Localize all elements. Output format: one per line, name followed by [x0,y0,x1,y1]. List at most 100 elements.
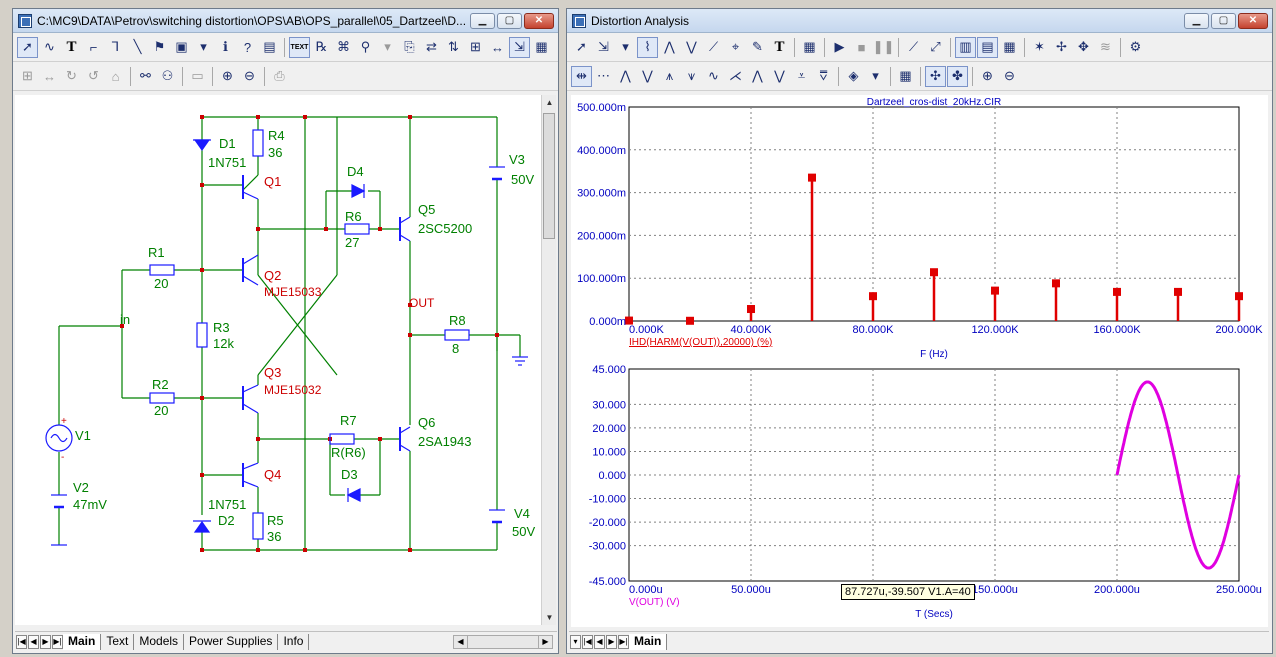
minimize-button[interactable]: ▁ [470,13,495,29]
r5-resistor-symbol[interactable] [252,512,264,540]
rotate-icon[interactable]: ↻ [61,66,82,87]
text-mode-icon[interactable]: T [61,37,82,58]
global-low-icon[interactable]: ⋁ [769,66,790,87]
grid-icon[interactable]: ⊞ [465,37,486,58]
scroll-left-icon[interactable]: ◀ [454,635,468,648]
r4-resistor-symbol[interactable] [252,129,264,157]
wave-icon[interactable]: ≋ [1095,37,1116,58]
tab-main[interactable]: Main [63,633,102,650]
scroll-right-icon[interactable]: ▶ [538,635,552,648]
pause-icon[interactable]: ❚❚ [873,37,895,58]
slope-find-icon[interactable]: ⋌ [725,66,746,87]
r7-resistor-symbol[interactable] [329,433,355,445]
dropdown-icon[interactable]: ▾ [193,37,214,58]
wire-icon[interactable]: ⌐ [83,37,104,58]
schematic-canvas[interactable]: D1 1N751 R4 36 Q1 D4 R6 27 Q5 2SC5200 V3… [15,95,542,625]
tag-left-icon[interactable]: ✣ [925,65,946,87]
color-icon[interactable]: ◈ [843,66,864,87]
diagonal-wire-icon[interactable]: ╲ [127,37,148,58]
run-icon[interactable]: ▶ [829,37,850,58]
zoom-in-icon[interactable]: ⊕ [977,66,998,87]
wire-mode-icon[interactable]: ∿ [39,37,60,58]
d4-diode-symbol[interactable] [351,184,366,198]
dropdown2-icon[interactable]: ▾ [377,37,398,58]
inflection-icon[interactable]: ∿ [703,66,724,87]
global-high-icon[interactable]: ⋀ [747,66,768,87]
d3-diode-symbol[interactable] [346,488,361,502]
tag-right-icon[interactable]: ✤ [947,65,968,87]
cursor-icon[interactable]: ⇲ [509,36,530,58]
analysis-tab-last-icon[interactable]: ▶| [618,634,629,649]
analysis-tab-main[interactable]: Main [629,633,668,650]
dropdown-icon[interactable]: ▾ [615,37,636,58]
point-icon[interactable]: ⌖ [725,37,746,58]
zoom-in-icon[interactable]: ⊕ [217,66,238,87]
tab-next-icon[interactable]: ▶ [40,634,51,649]
r8-resistor-symbol[interactable] [444,329,470,341]
scroll-up-icon[interactable]: ▲ [542,95,557,110]
r2-resistor-symbol[interactable] [149,392,175,404]
tag2-mode-icon[interactable]: ✥ [1073,37,1094,58]
high-icon[interactable]: ⩚ [659,66,680,87]
page-icon[interactable]: ▭ [187,66,208,87]
group-icon[interactable]: ⊞ [17,66,38,87]
pin-icon[interactable]: ⚲ [355,37,376,58]
bottom-icon[interactable]: ⩢ [813,66,834,87]
help-icon[interactable]: ? [237,37,258,58]
properties-icon[interactable]: ▦ [799,37,820,58]
scale-icon[interactable]: ⇲ [593,37,614,58]
analysis-tab-next-icon[interactable]: ▶ [606,634,617,649]
cursor-mode-icon[interactable]: ✶ [1029,37,1050,58]
analysis-tab-back-icon[interactable]: ◀ [594,634,605,649]
cursor-fit-icon[interactable]: ⇹ [571,65,592,87]
tab-power-supplies[interactable]: Power Supplies [184,633,279,650]
node-numbers-icon[interactable]: ⌘ [333,37,354,58]
info-icon[interactable]: ℹ [215,37,236,58]
cursor-level-icon[interactable]: ⋯ [593,66,614,87]
tab-models[interactable]: Models [134,633,185,650]
probe-icon[interactable]: ▤ [259,37,280,58]
d1-diode-symbol[interactable] [193,139,211,152]
close-button[interactable]: ✕ [524,13,554,29]
schematic-titlebar[interactable]: C:\MC9\DATA\Petrov\switching distortion\… [13,9,558,33]
move-icon[interactable]: ↔ [39,66,60,87]
analysis-tab-first-icon[interactable]: ▾ [570,634,581,649]
dropdown3-icon[interactable]: ▾ [865,66,886,87]
scroll-thumb[interactable] [543,113,555,239]
tab-info[interactable]: Info [278,633,310,650]
tab-last-icon[interactable]: ▶| [52,634,63,649]
tab-first-icon[interactable]: |◀ [16,634,27,649]
tab-prev-icon[interactable]: ◀ [28,634,39,649]
analysis-titlebar[interactable]: Distortion Analysis ▁ ▢ ✕ [567,9,1272,33]
text-tool-icon[interactable]: T [769,37,790,58]
r1-resistor-symbol[interactable] [149,264,175,276]
mirror-icon[interactable]: ⇅ [443,37,464,58]
r6-resistor-symbol[interactable] [344,223,370,235]
plot-canvas[interactable]: 0.000K 40.000K 80.000K 120.000K 160.000K 200.… [571,95,1268,627]
find-icon[interactable]: ⚯ [135,66,156,87]
low-icon[interactable]: ⩛ [681,66,702,87]
bent-wire-icon[interactable]: ⅂ [105,37,126,58]
show-values-icon[interactable]: ⎘ [399,37,420,58]
schematic-horizontal-scrollbar[interactable]: ◀ ▶ [453,634,553,649]
rotate2-icon[interactable]: ↺ [83,66,104,87]
analysis-maximize-button[interactable]: ▢ [1211,13,1236,29]
line2-icon[interactable]: ⤢ [925,37,946,58]
valley-find-icon[interactable]: ⋁ [637,66,658,87]
step-icon[interactable]: ⌂ [105,66,126,87]
flip-icon[interactable]: ⇄ [421,37,442,58]
maximize-button[interactable]: ▢ [497,13,522,29]
binoculars-icon[interactable]: ⚇ [157,66,178,87]
connect-icon[interactable]: ↔ [487,37,508,58]
r3-resistor-symbol[interactable] [196,322,208,348]
print-icon[interactable]: ⎙ [269,66,290,87]
select-mode-icon[interactable]: ➚ [17,36,38,58]
properties-icon[interactable]: ▦ [531,37,552,58]
slope-icon[interactable]: ⟋ [703,37,724,58]
top-icon[interactable]: ⩡ [791,66,812,87]
peak-find-icon[interactable]: ⋀ [615,66,636,87]
tag-mode-icon[interactable]: ✢ [1051,37,1072,58]
peak-icon[interactable]: ⋀ [659,37,680,58]
text-toggle-button[interactable]: TEXT [289,36,310,58]
grid-vertical-icon[interactable]: ▥ [955,36,976,58]
